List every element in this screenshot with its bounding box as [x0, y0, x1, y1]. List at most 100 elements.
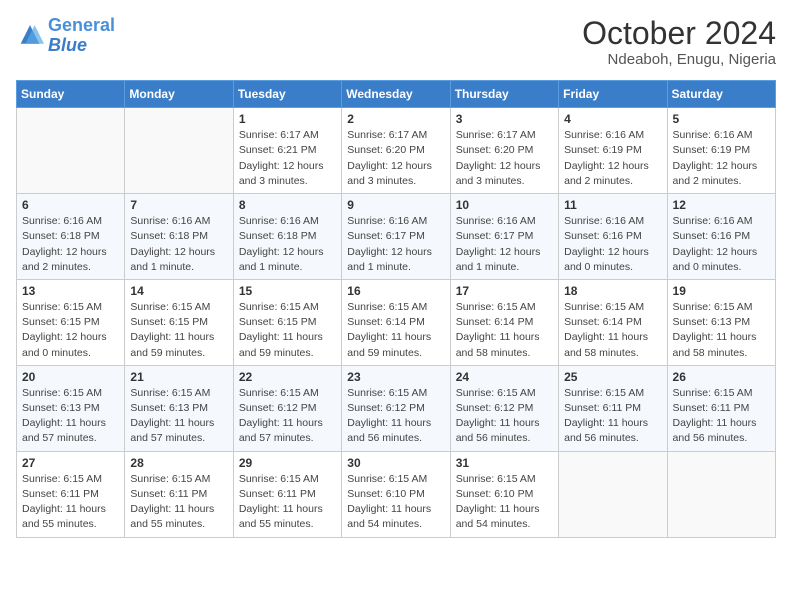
weekday-header-wednesday: Wednesday [342, 81, 450, 108]
day-number: 26 [673, 370, 770, 384]
day-number: 17 [456, 284, 553, 298]
day-number: 23 [347, 370, 444, 384]
day-info: Sunrise: 6:15 AM Sunset: 6:12 PM Dayligh… [456, 386, 553, 447]
calendar-week-row: 20 Sunrise: 6:15 AM Sunset: 6:13 PM Dayli… [17, 365, 776, 451]
calendar-cell: 4 Sunrise: 6:16 AM Sunset: 6:19 PM Daylig… [559, 108, 667, 194]
day-number: 3 [456, 112, 553, 126]
calendar-cell [559, 451, 667, 537]
calendar-cell: 13 Sunrise: 6:15 AM Sunset: 6:15 PM Dayli… [17, 279, 125, 365]
calendar-cell: 2Sunrise: 6:17 AM Sunset: 6:20 PM Daylig… [342, 108, 450, 194]
weekday-header-tuesday: Tuesday [233, 81, 341, 108]
calendar-header: SundayMondayTuesdayWednesdayThursdayFrid… [17, 81, 776, 108]
day-number: 19 [673, 284, 770, 298]
calendar-cell: 21 Sunrise: 6:15 AM Sunset: 6:13 PM Dayli… [125, 365, 233, 451]
day-number: 21 [130, 370, 227, 384]
day-info: Sunrise: 6:16 AM Sunset: 6:18 PM Dayligh… [130, 214, 227, 275]
weekday-header-friday: Friday [559, 81, 667, 108]
day-number: 25 [564, 370, 661, 384]
page-header: General Blue October 2024 Ndeaboh, Enugu… [16, 16, 776, 68]
calendar-cell: 5Sunrise: 6:16 AM Sunset: 6:19 PM Daylig… [667, 108, 775, 194]
day-number: 30 [347, 456, 444, 470]
day-info: Sunrise: 6:15 AM Sunset: 6:11 PM Dayligh… [239, 472, 336, 533]
calendar-cell [667, 451, 775, 537]
calendar-cell: 7 Sunrise: 6:16 AM Sunset: 6:18 PM Daylig… [125, 194, 233, 280]
calendar-cell: 16 Sunrise: 6:15 AM Sunset: 6:14 PM Dayli… [342, 279, 450, 365]
calendar-cell: 14Sunrise: 6:15 AM Sunset: 6:15 PM Dayli… [125, 279, 233, 365]
day-number: 31 [456, 456, 553, 470]
day-info: Sunrise: 6:17 AM Sunset: 6:20 PM Dayligh… [456, 128, 553, 189]
day-number: 14 [130, 284, 227, 298]
day-number: 11 [564, 198, 661, 212]
logo-line2: Blue [48, 35, 87, 55]
calendar-cell: 19Sunrise: 6:15 AM Sunset: 6:13 PM Dayli… [667, 279, 775, 365]
calendar-cell: 17Sunrise: 6:15 AM Sunset: 6:14 PM Dayli… [450, 279, 558, 365]
day-info: Sunrise: 6:15 AM Sunset: 6:11 PM Dayligh… [22, 472, 119, 533]
title-block: October 2024 Ndeaboh, Enugu, Nigeria [582, 16, 776, 68]
day-number: 18 [564, 284, 661, 298]
calendar-cell: 23 Sunrise: 6:15 AM Sunset: 6:12 PM Dayli… [342, 365, 450, 451]
day-info: Sunrise: 6:15 AM Sunset: 6:15 PM Dayligh… [239, 300, 336, 361]
day-number: 10 [456, 198, 553, 212]
day-info: Sunrise: 6:16 AM Sunset: 6:16 PM Dayligh… [673, 214, 770, 275]
calendar-subtitle: Ndeaboh, Enugu, Nigeria [582, 51, 776, 68]
calendar-cell: 29 Sunrise: 6:15 AM Sunset: 6:11 PM Dayli… [233, 451, 341, 537]
day-info: Sunrise: 6:16 AM Sunset: 6:18 PM Dayligh… [22, 214, 119, 275]
logo-text: General Blue [48, 16, 115, 56]
weekday-header-thursday: Thursday [450, 81, 558, 108]
logo-icon [16, 22, 44, 50]
day-info: Sunrise: 6:17 AM Sunset: 6:20 PM Dayligh… [347, 128, 444, 189]
day-info: Sunrise: 6:15 AM Sunset: 6:14 PM Dayligh… [347, 300, 444, 361]
calendar-title: October 2024 [582, 16, 776, 51]
calendar-cell [17, 108, 125, 194]
day-number: 12 [673, 198, 770, 212]
day-info: Sunrise: 6:15 AM Sunset: 6:13 PM Dayligh… [22, 386, 119, 447]
calendar-cell: 11 Sunrise: 6:16 AM Sunset: 6:16 PM Dayli… [559, 194, 667, 280]
weekday-header-monday: Monday [125, 81, 233, 108]
day-number: 5 [673, 112, 770, 126]
day-number: 13 [22, 284, 119, 298]
calendar-week-row: 1 Sunrise: 6:17 AM Sunset: 6:21 PM Daylig… [17, 108, 776, 194]
calendar-cell: 18Sunrise: 6:15 AM Sunset: 6:14 PM Dayli… [559, 279, 667, 365]
day-number: 16 [347, 284, 444, 298]
day-number: 9 [347, 198, 444, 212]
calendar-cell: 24Sunrise: 6:15 AM Sunset: 6:12 PM Dayli… [450, 365, 558, 451]
day-info: Sunrise: 6:16 AM Sunset: 6:19 PM Dayligh… [564, 128, 661, 189]
calendar-cell: 28 Sunrise: 6:15 AM Sunset: 6:11 PM Dayli… [125, 451, 233, 537]
calendar-week-row: 27 Sunrise: 6:15 AM Sunset: 6:11 PM Dayli… [17, 451, 776, 537]
day-number: 4 [564, 112, 661, 126]
calendar-cell: 31 Sunrise: 6:15 AM Sunset: 6:10 PM Dayli… [450, 451, 558, 537]
day-number: 28 [130, 456, 227, 470]
day-info: Sunrise: 6:16 AM Sunset: 6:17 PM Dayligh… [456, 214, 553, 275]
calendar-cell: 30Sunrise: 6:15 AM Sunset: 6:10 PM Dayli… [342, 451, 450, 537]
day-info: Sunrise: 6:15 AM Sunset: 6:11 PM Dayligh… [673, 386, 770, 447]
logo: General Blue [16, 16, 115, 56]
weekday-header-sunday: Sunday [17, 81, 125, 108]
day-number: 29 [239, 456, 336, 470]
day-info: Sunrise: 6:15 AM Sunset: 6:10 PM Dayligh… [456, 472, 553, 533]
calendar-cell: 20 Sunrise: 6:15 AM Sunset: 6:13 PM Dayli… [17, 365, 125, 451]
calendar-cell: 27 Sunrise: 6:15 AM Sunset: 6:11 PM Dayli… [17, 451, 125, 537]
day-info: Sunrise: 6:16 AM Sunset: 6:18 PM Dayligh… [239, 214, 336, 275]
day-info: Sunrise: 6:15 AM Sunset: 6:15 PM Dayligh… [22, 300, 119, 361]
weekday-row: SundayMondayTuesdayWednesdayThursdayFrid… [17, 81, 776, 108]
calendar-cell: 3 Sunrise: 6:17 AM Sunset: 6:20 PM Daylig… [450, 108, 558, 194]
calendar-cell: 25Sunrise: 6:15 AM Sunset: 6:11 PM Dayli… [559, 365, 667, 451]
day-info: Sunrise: 6:15 AM Sunset: 6:12 PM Dayligh… [239, 386, 336, 447]
day-number: 7 [130, 198, 227, 212]
calendar-cell: 10 Sunrise: 6:16 AM Sunset: 6:17 PM Dayli… [450, 194, 558, 280]
calendar-cell: 22Sunrise: 6:15 AM Sunset: 6:12 PM Dayli… [233, 365, 341, 451]
calendar-cell: 8 Sunrise: 6:16 AM Sunset: 6:18 PM Daylig… [233, 194, 341, 280]
day-number: 8 [239, 198, 336, 212]
day-info: Sunrise: 6:15 AM Sunset: 6:13 PM Dayligh… [130, 386, 227, 447]
day-info: Sunrise: 6:16 AM Sunset: 6:16 PM Dayligh… [564, 214, 661, 275]
day-info: Sunrise: 6:15 AM Sunset: 6:11 PM Dayligh… [130, 472, 227, 533]
calendar-cell: 12 Sunrise: 6:16 AM Sunset: 6:16 PM Dayli… [667, 194, 775, 280]
day-number: 20 [22, 370, 119, 384]
logo-line1: General [48, 15, 115, 35]
day-number: 6 [22, 198, 119, 212]
day-info: Sunrise: 6:17 AM Sunset: 6:21 PM Dayligh… [239, 128, 336, 189]
day-number: 1 [239, 112, 336, 126]
day-number: 27 [22, 456, 119, 470]
day-info: Sunrise: 6:15 AM Sunset: 6:12 PM Dayligh… [347, 386, 444, 447]
calendar-cell: 9Sunrise: 6:16 AM Sunset: 6:17 PM Daylig… [342, 194, 450, 280]
